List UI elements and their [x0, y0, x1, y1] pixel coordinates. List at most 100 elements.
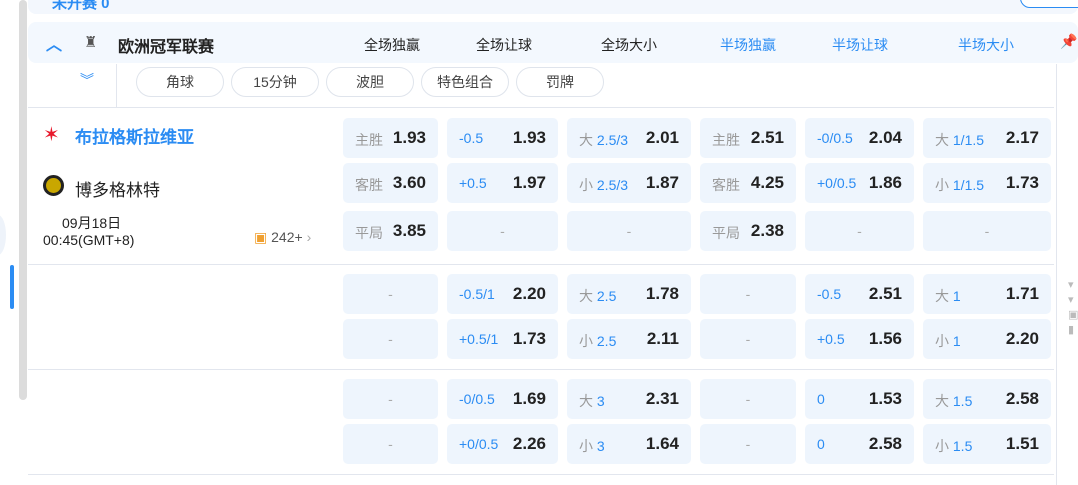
odds-value: 4.25 [750, 173, 784, 192]
side-toggle[interactable] [0, 215, 6, 255]
odds-cell[interactable]: 大 1/1.5 2.17 [923, 118, 1051, 158]
odds-label: 小 1 [935, 331, 961, 351]
odds-cell[interactable]: -0/0.5 1.69 [447, 379, 558, 419]
divider [116, 64, 117, 107]
odds-cell[interactable]: 大 1.5 2.58 [923, 379, 1051, 419]
odds-empty: - [388, 391, 393, 407]
odds-cell[interactable]: 大 2.5/3 2.01 [567, 118, 691, 158]
odds-label: 大 1 [935, 286, 961, 306]
odds-cell[interactable]: 大 2.5 1.78 [567, 274, 691, 314]
odds-type: 大 [579, 288, 593, 304]
odds-label: +0/0.5 [817, 175, 856, 191]
odds-cell: - [700, 319, 796, 359]
odds-label: 平局 [355, 223, 383, 243]
odds-handicap: 1 [952, 333, 961, 349]
odds-label: 小 2.5/3 [579, 175, 628, 195]
odds-empty: - [626, 223, 632, 239]
odds-handicap: 1/1.5 [952, 132, 985, 148]
odds-label: 客胜 [355, 175, 383, 195]
odds-handicap: 2.5 [596, 288, 617, 304]
odds-value: 1.97 [512, 173, 546, 192]
odds-cell[interactable]: -0/0.5 2.04 [805, 118, 914, 158]
odds-empty: - [388, 331, 393, 347]
odds-cell[interactable]: 客胜 3.60 [343, 163, 438, 203]
col-header: 全场独赢 [364, 37, 420, 53]
markets-icon: ▣ [254, 229, 268, 245]
odds-value: 1.71 [1005, 284, 1039, 303]
chip-15min[interactable]: 15分钟 [231, 67, 319, 97]
odds-cell: - [343, 424, 438, 464]
odds-cell[interactable]: 大 3 2.31 [567, 379, 691, 419]
odds-cell[interactable]: 小 1 2.20 [923, 319, 1051, 359]
markets-count: 242+ [271, 229, 303, 245]
odds-handicap: 1 [952, 288, 961, 304]
odds-cell[interactable]: 主胜 2.51 [700, 118, 796, 158]
odds-cell[interactable]: 大 1 1.71 [923, 274, 1051, 314]
top-button[interactable] [1020, 0, 1078, 8]
odds-label: -0/0.5 [459, 391, 495, 407]
odds-cell[interactable]: 0 2.58 [805, 424, 914, 464]
chip-cards[interactable]: 罚牌 [516, 67, 604, 97]
odds-type: 平局 [712, 225, 740, 241]
away-team-logo-icon [43, 175, 64, 196]
odds-type: 客胜 [712, 177, 740, 193]
odds-value: 2.58 [868, 434, 902, 453]
odds-empty: - [388, 286, 393, 302]
top-section-title[interactable]: 未开赛 0 [52, 0, 110, 13]
odds-cell[interactable]: 平局 2.38 [700, 211, 796, 251]
odds-cell[interactable]: +0/0.5 2.26 [447, 424, 558, 464]
chip-correct-score[interactable]: 波胆 [326, 67, 414, 97]
odds-cell: - [343, 319, 438, 359]
odds-cell[interactable]: 小 2.5/3 1.87 [567, 163, 691, 203]
odds-cell[interactable]: -0.5 1.93 [447, 118, 558, 158]
home-team[interactable]: 布拉格斯拉维亚 [75, 123, 194, 148]
odds-type: 小 [579, 177, 593, 193]
odds-empty: - [745, 286, 751, 302]
odds-cell[interactable]: 小 1.5 1.51 [923, 424, 1051, 464]
away-team[interactable]: 博多格林特 [75, 176, 160, 201]
odds-value: 2.17 [1005, 128, 1039, 147]
odds-empty: - [745, 391, 751, 407]
odds-type: 平局 [355, 225, 383, 241]
odds-cell[interactable]: 小 2.5 2.11 [567, 319, 691, 359]
double-chevron-down-icon[interactable]: ︾ [80, 70, 94, 90]
odds-empty: - [745, 436, 751, 452]
odds-handicap: 1.5 [952, 393, 973, 409]
odds-cell[interactable]: 0 1.53 [805, 379, 914, 419]
more-markets-link[interactable]: ▣ 242+ › [254, 229, 311, 246]
odds-cell[interactable]: +0.5 1.56 [805, 319, 914, 359]
odds-type: 小 [935, 438, 949, 454]
odds-handicap: +0.5 [817, 331, 845, 347]
scrollbar[interactable] [19, 0, 27, 400]
odds-handicap: -0/0.5 [817, 130, 853, 146]
odds-cell[interactable]: -0.5 2.51 [805, 274, 914, 314]
odds-value: 2.58 [1005, 389, 1039, 408]
top-section-header [28, 0, 1078, 14]
odds-cell[interactable]: 客胜 4.25 [700, 163, 796, 203]
odds-value: 1.86 [868, 173, 902, 192]
odds-cell[interactable]: -0.5/1 2.20 [447, 274, 558, 314]
odds-cell[interactable]: 主胜 1.93 [343, 118, 438, 158]
odds-handicap: 0 [817, 436, 825, 452]
chevron-up-icon[interactable]: ︿ [46, 31, 62, 55]
odds-cell[interactable]: +0.5 1.97 [447, 163, 558, 203]
odds-type: 小 [935, 333, 949, 349]
odds-cell[interactable]: +0.5/1 1.73 [447, 319, 558, 359]
odds-cell[interactable]: 小 3 1.64 [567, 424, 691, 464]
odds-label: 大 1/1.5 [935, 130, 984, 150]
chip-special[interactable]: 特色组合 [421, 67, 509, 97]
odds-cell: - [805, 211, 914, 251]
pin-icon[interactable]: 📌 [1060, 33, 1077, 50]
odds-cell[interactable]: 平局 3.85 [343, 211, 438, 251]
odds-value: 2.20 [512, 284, 546, 303]
odds-label: +0.5 [459, 175, 487, 191]
odds-cell[interactable]: +0/0.5 1.86 [805, 163, 914, 203]
odds-type: 小 [579, 438, 593, 454]
odds-value: 3.60 [392, 173, 426, 192]
odds-cell[interactable]: 小 1/1.5 1.73 [923, 163, 1051, 203]
odds-value: 1.93 [512, 128, 546, 147]
side-tool-icons[interactable]: ▾ ▾ ▣ ▮ [1068, 278, 1078, 338]
odds-cell: - [343, 274, 438, 314]
odds-type: 小 [579, 333, 593, 349]
chip-corners[interactable]: 角球 [136, 67, 224, 97]
